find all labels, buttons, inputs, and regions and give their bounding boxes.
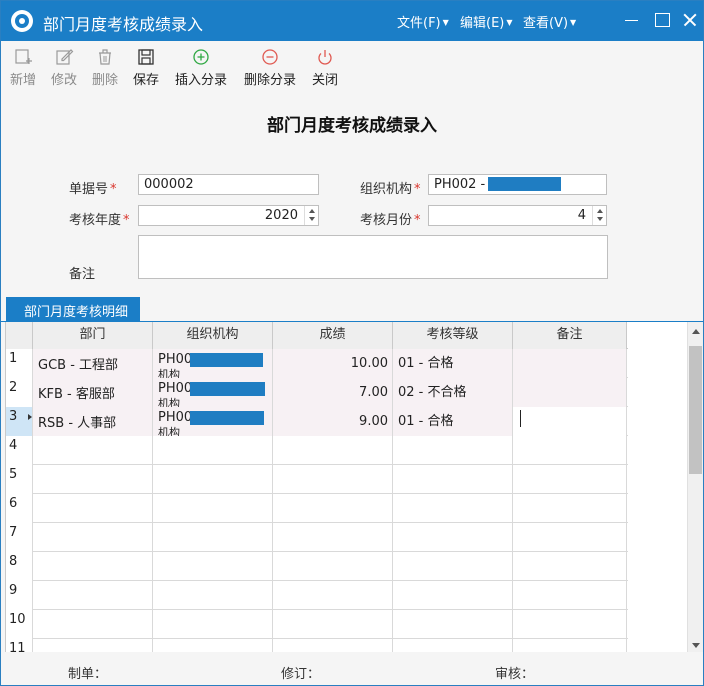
scroll-up-icon[interactable] (692, 329, 700, 334)
grid-scrollbar[interactable] (687, 322, 703, 652)
table-row[interactable]: 10 (6, 610, 628, 639)
doc-no-label: 单据号 * (69, 182, 117, 197)
row-pointer-icon (28, 414, 32, 420)
redaction-mask (190, 382, 265, 396)
col-header-remark[interactable]: 备注 (513, 322, 627, 351)
menu-file[interactable]: 文件(F) ▼ (397, 12, 449, 31)
cell-grade[interactable]: 02 - 不合格 (393, 378, 513, 407)
toolbar: 新增 修改 删除 保存 插入分录 删除分录 关闭 (1, 41, 703, 91)
save-icon (138, 49, 154, 65)
delete-button[interactable]: 删除 (91, 47, 119, 88)
cell-dept[interactable]: GCB - 工程部 (33, 349, 153, 378)
row-number[interactable]: 9 (6, 581, 33, 610)
row-number[interactable]: 4 (6, 436, 33, 465)
table-row[interactable]: 6 (6, 494, 628, 523)
footer-reviser: 修订： (281, 667, 321, 682)
chevron-down-icon: ▼ (442, 18, 449, 27)
remove-circle-icon (262, 49, 278, 65)
row-number[interactable]: 10 (6, 610, 33, 639)
org-label: 组织机构 * (360, 182, 421, 197)
redaction-mask (190, 353, 263, 367)
col-header-dept[interactable]: 部门 (33, 322, 153, 351)
menu-view[interactable]: 查看(V) ▼ (523, 12, 576, 31)
close-button[interactable]: 关闭 (311, 47, 339, 88)
cell-dept[interactable]: KFB - 客服部 (33, 378, 153, 407)
col-header-grade[interactable]: 考核等级 (393, 322, 513, 351)
new-icon (15, 49, 32, 64)
maximize-button[interactable] (650, 9, 674, 31)
new-button[interactable]: 新增 (9, 47, 37, 88)
app-logo-icon (11, 10, 33, 32)
table-row[interactable]: 8 (6, 552, 628, 581)
year-label: 考核年度 * (69, 213, 130, 228)
remark-label: 备注 (69, 267, 96, 282)
row-number[interactable]: 7 (6, 523, 33, 552)
table-row[interactable]: 9 (6, 581, 628, 610)
detail-grid: 部门 组织机构 成绩 考核等级 备注 1 GCB - 工程部 PH00 机构 10… (5, 322, 687, 652)
table-row[interactable]: 1 GCB - 工程部 PH00 机构 10.00 01 - 合格 (6, 349, 628, 378)
footer-maker: 制单： (68, 667, 108, 682)
row-number[interactable]: 8 (6, 552, 33, 581)
row-number[interactable]: 6 (6, 494, 33, 523)
form-title: 部门月度考核成绩录入 (267, 116, 437, 136)
cell-score[interactable]: 7.00 (273, 378, 393, 407)
grid-header: 部门 组织机构 成绩 考核等级 备注 (6, 322, 628, 351)
cell-grade[interactable]: 01 - 合格 (393, 349, 513, 378)
row-number[interactable]: 11 (6, 639, 33, 652)
edit-button[interactable]: 修改 (50, 47, 78, 88)
footer-auditor: 审核： (495, 667, 535, 682)
table-row[interactable]: 7 (6, 523, 628, 552)
spinner-icon[interactable] (592, 206, 606, 225)
add-circle-icon (193, 49, 209, 65)
table-row[interactable]: 3 RSB - 人事部 PH00 机构 9.00 01 - 合格 (6, 407, 628, 436)
cell-org[interactable]: PH00 机构 (153, 407, 273, 436)
text-cursor (520, 410, 521, 427)
spinner-icon[interactable] (304, 206, 318, 225)
table-row[interactable]: 4 (6, 436, 628, 465)
grid-header-corner (6, 322, 33, 351)
chevron-down-icon: ▼ (570, 18, 577, 27)
col-header-score[interactable]: 成绩 (273, 322, 393, 351)
scrollbar-thumb[interactable] (689, 346, 702, 474)
cell-score[interactable]: 9.00 (273, 407, 393, 436)
tab-detail[interactable]: 部门月度考核明细 (6, 297, 140, 322)
title-bar: 部门月度考核成绩录入 文件(F) ▼ 编辑(E) ▼ 查看(V) ▼ (1, 1, 703, 41)
cell-remark[interactable] (513, 378, 627, 407)
row-number[interactable]: 5 (6, 465, 33, 494)
cell-org[interactable]: PH00 机构 (153, 349, 273, 378)
minimize-button[interactable] (620, 9, 644, 31)
close-window-button[interactable] (678, 9, 702, 31)
delete-icon (99, 49, 111, 65)
cell-grade[interactable]: 01 - 合格 (393, 407, 513, 436)
cell-score[interactable]: 10.00 (273, 349, 393, 378)
delete-entry-button[interactable]: 删除分录 (243, 47, 297, 88)
month-label: 考核月份 * (360, 213, 421, 228)
chevron-down-icon: ▼ (506, 18, 513, 27)
row-number[interactable]: 3 (6, 407, 33, 436)
menu-edit[interactable]: 编辑(E) ▼ (460, 12, 513, 31)
cell-dept[interactable]: RSB - 人事部 (33, 407, 153, 436)
redaction-mask (190, 411, 264, 425)
table-row[interactable]: 5 (6, 465, 628, 494)
save-button[interactable]: 保存 (132, 47, 160, 88)
col-header-org[interactable]: 组织机构 (153, 322, 273, 351)
window-title: 部门月度考核成绩录入 (43, 15, 204, 34)
row-number[interactable]: 2 (6, 378, 33, 407)
remark-input[interactable] (138, 235, 608, 279)
insert-entry-button[interactable]: 插入分录 (174, 47, 228, 88)
power-icon (318, 50, 332, 65)
redaction-mask (488, 177, 561, 191)
month-input[interactable]: 4 (428, 205, 607, 226)
year-input[interactable]: 2020 (138, 205, 319, 226)
app-window: 部门月度考核成绩录入 文件(F) ▼ 编辑(E) ▼ 查看(V) ▼ 新增 修改 删除… (0, 0, 704, 686)
scroll-down-icon[interactable] (692, 643, 700, 648)
table-row[interactable]: 11 (6, 639, 628, 652)
row-number[interactable]: 1 (6, 349, 33, 378)
edit-icon (56, 49, 74, 65)
cell-org[interactable]: PH00 机构 (153, 378, 273, 407)
cell-remark[interactable] (513, 349, 627, 378)
table-row[interactable]: 2 KFB - 客服部 PH00 机构 7.00 02 - 不合格 (6, 378, 628, 407)
doc-no-input[interactable]: 000002 (138, 174, 319, 195)
cell-remark-editing[interactable] (513, 407, 627, 436)
